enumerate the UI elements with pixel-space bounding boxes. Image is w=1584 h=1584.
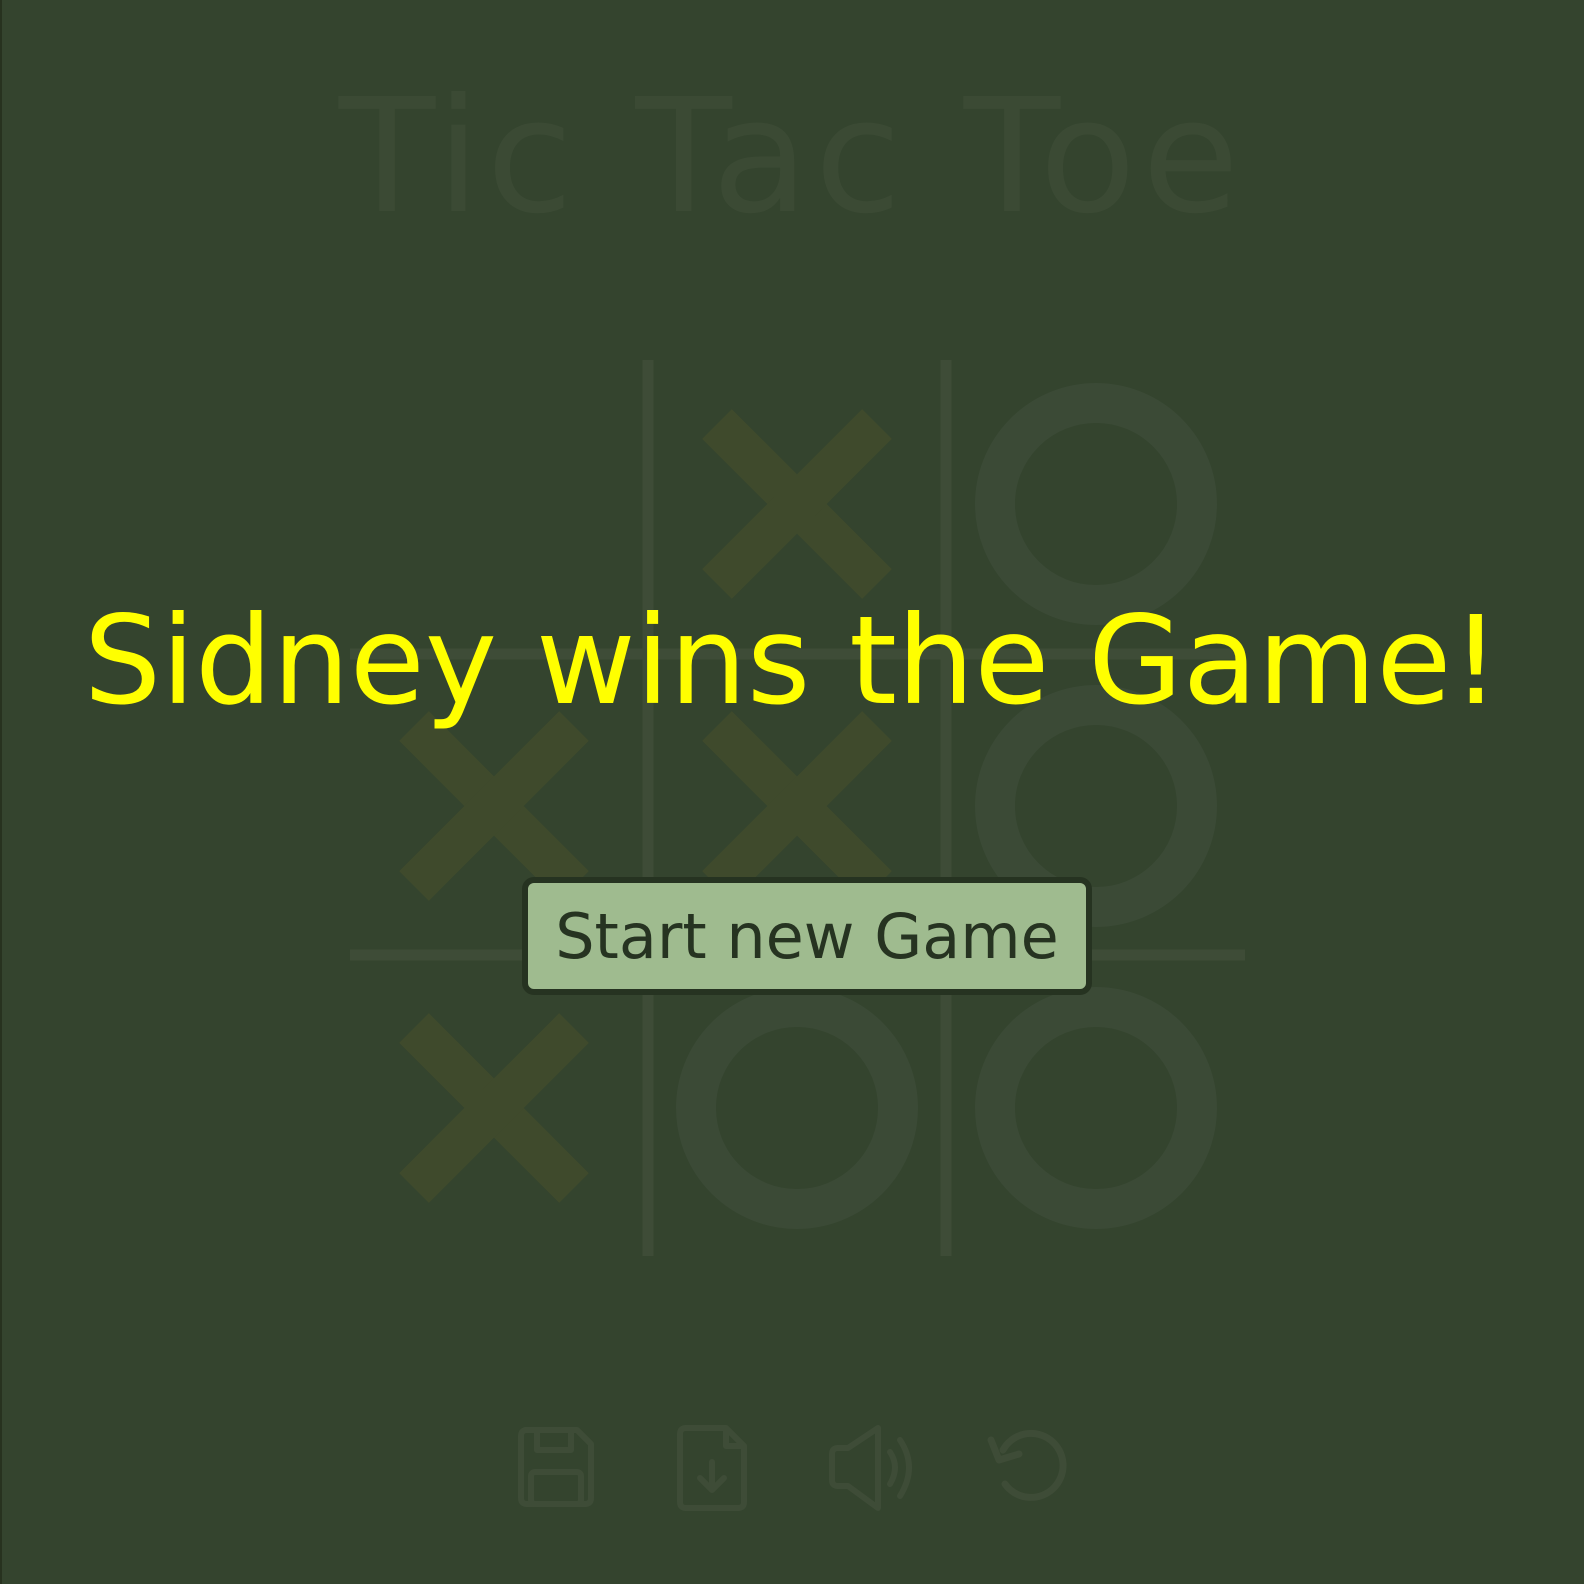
winner-message: Sidney wins the Game! [83,590,1501,732]
x-mark [399,711,589,901]
o-mark [975,987,1217,1229]
o-mark [676,987,918,1229]
game-board [350,360,1245,1256]
start-new-game-button[interactable]: Start new Game [522,877,1092,995]
sound-icon[interactable] [826,1422,916,1512]
o-mark [975,383,1217,625]
x-mark [702,409,892,599]
save-icon[interactable] [511,1422,601,1512]
x-mark [399,1013,589,1203]
undo-icon[interactable] [985,1422,1075,1512]
toolbar [0,1422,1584,1512]
load-file-icon[interactable] [670,1422,760,1512]
x-mark [702,711,892,901]
